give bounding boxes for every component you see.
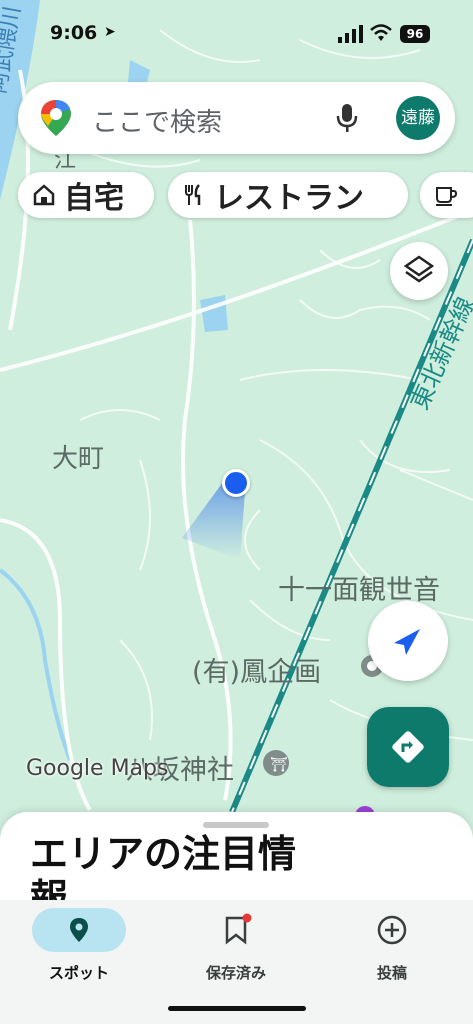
google-maps-watermark: Google Maps bbox=[26, 756, 169, 781]
chip-restaurant-label: レストラン bbox=[214, 181, 364, 216]
search-bar[interactable]: ここで検索 遠藤 bbox=[18, 82, 455, 154]
directions-icon bbox=[392, 731, 424, 763]
home-indicator bbox=[168, 1006, 306, 1011]
layers-button[interactable] bbox=[390, 242, 448, 300]
status-time: 9:06 bbox=[50, 22, 98, 44]
sheet-drag-handle[interactable] bbox=[203, 822, 269, 828]
nav-tab-spots-label: スポット bbox=[48, 964, 109, 982]
cellular-signal-icon bbox=[338, 25, 363, 43]
home-icon bbox=[33, 184, 55, 206]
directions-button[interactable] bbox=[367, 707, 449, 787]
nav-tab-saved-label: 保存済み bbox=[205, 964, 266, 982]
nav-saved-icon-wrap bbox=[189, 908, 283, 952]
map-label-company: (有)鳳企画 bbox=[192, 657, 322, 688]
nav-active-indicator bbox=[32, 908, 126, 952]
cafe-icon bbox=[436, 187, 458, 206]
wifi-icon bbox=[370, 24, 392, 41]
nav-tab-saved[interactable]: 保存済み bbox=[157, 900, 315, 1000]
nav-post-icon-wrap bbox=[345, 908, 439, 952]
chip-home-label: 自宅 bbox=[64, 181, 124, 216]
bookmark-icon bbox=[225, 913, 252, 945]
nav-tab-post-label: 投稿 bbox=[376, 964, 407, 982]
chip-cafe[interactable] bbox=[420, 172, 473, 218]
map-label-town: 大町 bbox=[52, 444, 105, 474]
location-services-icon: ➤ bbox=[104, 24, 116, 40]
search-input[interactable]: ここで検索 bbox=[92, 102, 222, 139]
svg-text:⛩: ⛩ bbox=[270, 757, 288, 773]
navigation-arrow-icon bbox=[394, 629, 420, 655]
status-bar: 9:06 ➤ 96 bbox=[0, 0, 473, 70]
nav-tab-spots[interactable]: スポット bbox=[0, 900, 158, 1000]
my-location-button[interactable] bbox=[368, 601, 448, 681]
layers-icon bbox=[403, 255, 435, 283]
chip-restaurant[interactable]: レストラン bbox=[168, 172, 408, 218]
restaurant-icon bbox=[185, 184, 201, 205]
battery-indicator: 96 bbox=[400, 25, 430, 43]
account-avatar[interactable]: 遠藤 bbox=[396, 96, 440, 140]
microphone-icon[interactable] bbox=[336, 102, 358, 134]
chip-home[interactable]: 自宅 bbox=[18, 172, 154, 218]
nav-tab-post[interactable]: 投稿 bbox=[313, 900, 471, 1000]
google-maps-pin-icon bbox=[41, 100, 71, 136]
current-location-dot bbox=[222, 469, 250, 497]
pin-icon bbox=[70, 918, 88, 942]
add-circle-icon bbox=[377, 915, 407, 945]
